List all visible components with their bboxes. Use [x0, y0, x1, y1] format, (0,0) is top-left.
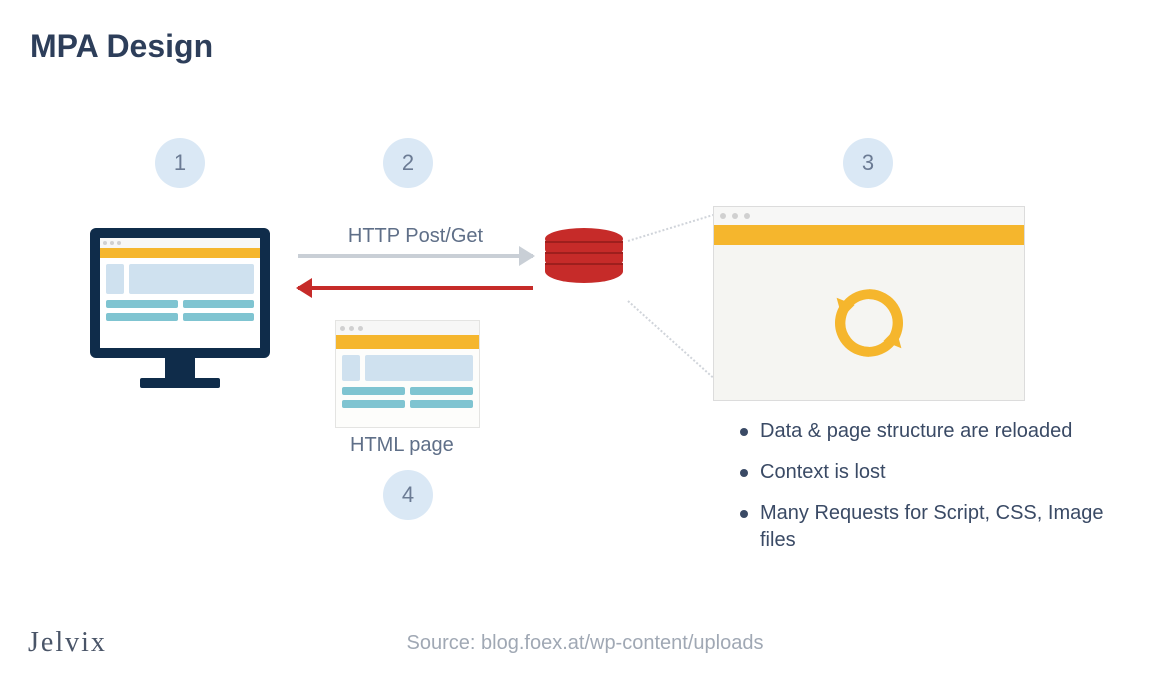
http-arrows: HTTP Post/Get [298, 225, 533, 318]
step-badge-1: 1 [155, 138, 205, 188]
source-attribution: Source: blog.foex.at/wp-content/uploads [0, 632, 1170, 655]
http-request-label: HTTP Post/Get [298, 225, 533, 248]
note-item-3: Many Requests for Script, CSS, Image fil… [740, 500, 1140, 554]
client-monitor-icon [90, 228, 270, 388]
diagram-title: MPA Design [30, 28, 213, 65]
connector-line-top [628, 211, 722, 242]
step-badge-2: 2 [383, 138, 433, 188]
connector-line-bottom [627, 300, 725, 388]
step-badge-4: 4 [383, 470, 433, 520]
html-page-icon [335, 320, 480, 428]
note-item-2: Context is lost [740, 459, 1140, 486]
response-arrow-icon [298, 286, 533, 290]
notes-list: Data & page structure are reloaded Conte… [740, 418, 1140, 568]
reloaded-page-window [713, 206, 1025, 401]
note-item-1: Data & page structure are reloaded [740, 418, 1140, 445]
server-database-icon [545, 228, 623, 283]
refresh-icon [824, 278, 914, 368]
html-page-label: HTML page [350, 434, 454, 457]
step-badge-3: 3 [843, 138, 893, 188]
request-arrow-icon [298, 254, 533, 258]
